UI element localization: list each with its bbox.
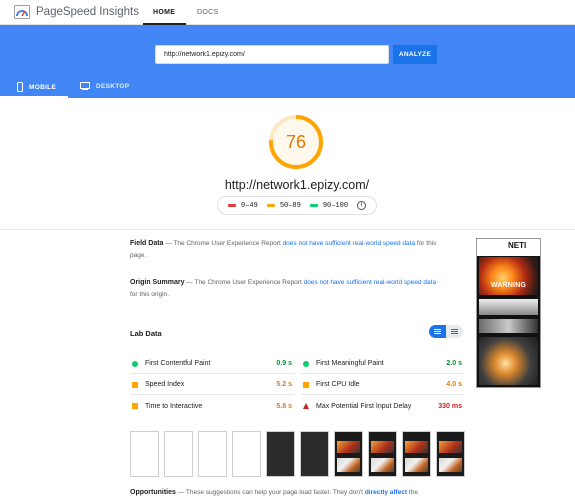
top-bar: PageSpeed Insights HOME DOCS — [0, 0, 575, 25]
performance-score: 76 — [285, 132, 307, 152]
list-expanded-icon[interactable] — [451, 329, 458, 330]
metric-value: 5.2 s — [276, 381, 292, 388]
metric-row: Speed Index 5.2 s — [130, 375, 294, 395]
legend-item-good: 90–100 — [309, 201, 349, 210]
thumbnail-warning-text: WARNING — [490, 282, 527, 289]
list-compact-icon — [434, 329, 441, 330]
filmstrip-frame — [130, 431, 159, 477]
mobile-icon — [17, 82, 23, 92]
legend-swatch-good — [309, 204, 318, 207]
info-icon[interactable]: i — [357, 201, 367, 210]
thumbnail-lower-image — [479, 337, 538, 385]
origin-summary-section: Origin Summary — The Chrome User Experie… — [130, 277, 440, 301]
opportunities-link[interactable]: directly affect — [365, 489, 407, 496]
search-header: ANALYZE MOBILE DESKTOP — [0, 25, 575, 98]
metric-value: 5.8 s — [276, 402, 292, 410]
filmstrip-frame — [198, 431, 227, 477]
metric-row: First Contentful Paint 0.9 s — [130, 354, 294, 374]
nav-tab-docs[interactable]: DOCS — [197, 9, 218, 16]
opportunities-title: Opportunities — [130, 489, 176, 496]
opportunities-pre: — These suggestions can help your page l… — [177, 489, 363, 496]
url-input[interactable] — [155, 45, 389, 64]
field-data-pre: — The Chrome User Experience Report — [165, 240, 281, 247]
metric-value: 0.9 s — [276, 360, 292, 367]
filmstrip-frame — [436, 431, 465, 477]
metric-row: Time to Interactive 5.8 s — [130, 396, 294, 416]
legend-label-good: 90–100 — [322, 201, 349, 210]
metric-name: First Contentful Paint — [145, 360, 211, 367]
origin-summary-link[interactable]: does not have sufficient real-world spee… — [304, 279, 437, 286]
nav-tab-home[interactable]: HOME — [153, 9, 175, 16]
filmstrip-frame — [300, 431, 329, 477]
metric-value: 330 ms — [438, 402, 462, 410]
metric-name: Time to Interactive — [145, 402, 203, 410]
metric-good-indicator — [132, 360, 138, 367]
desktop-icon — [80, 82, 90, 90]
filmstrip-frame — [334, 431, 363, 477]
metric-row: Max Potential First Input Delay 330 ms — [301, 396, 464, 416]
metric-row: First CPU Idle 4.0 s — [301, 375, 464, 395]
metric-value: 4.0 s — [446, 381, 462, 388]
field-data-section: Field Data — The Chrome User Experience … — [130, 238, 440, 262]
metric-good-indicator — [303, 360, 309, 367]
metric-average-indicator — [132, 403, 138, 409]
filmstrip-frame — [164, 431, 193, 477]
origin-summary-pre: — The Chrome User Experience Report — [186, 279, 302, 286]
legend-label-poor: 0–49 — [241, 201, 258, 210]
field-data-title: Field Data — [130, 240, 164, 247]
analyzed-url: http://network1.epizy.com/ — [224, 178, 370, 192]
metric-name: First CPU Idle — [316, 381, 360, 388]
tab-mobile[interactable]: MOBILE — [17, 82, 56, 92]
thumbnail-logo: NETI — [508, 241, 527, 250]
thumbnail-strip — [479, 319, 538, 333]
opportunities-section: Opportunities — These suggestions can he… — [130, 489, 418, 496]
tab-desktop[interactable]: DESKTOP — [80, 82, 129, 90]
thumbnail-banner — [479, 299, 538, 315]
analyze-button[interactable]: ANALYZE — [393, 45, 437, 64]
final-screenshot-thumbnail: NETI WARNING — [476, 238, 541, 388]
pagespeed-logo-icon — [14, 5, 30, 19]
legend-swatch-average — [266, 204, 275, 207]
filmstrip-frame — [368, 431, 397, 477]
score-legend: 0–49 50–89 90–100 i — [217, 196, 377, 215]
metrics-view-toggle[interactable] — [429, 325, 463, 338]
legend-swatch-poor — [228, 204, 236, 207]
metric-row: First Meaningful Paint 2.0 s — [301, 354, 464, 374]
legend-label-average: 50–89 — [279, 201, 301, 210]
thumbnail-header: NETI — [477, 239, 540, 256]
field-data-link[interactable]: does not have sufficient real-world spee… — [283, 240, 416, 247]
toggle-compact-view[interactable] — [429, 325, 446, 338]
legend-item-average: 50–89 — [266, 201, 301, 210]
legend-item-poor: 0–49 — [228, 202, 258, 210]
metric-average-indicator — [303, 381, 309, 388]
metric-name: First Meaningful Paint — [316, 360, 384, 367]
tab-desktop-label: DESKTOP — [96, 82, 130, 90]
opportunities-post: the — [408, 489, 418, 496]
filmstrip-frame — [232, 431, 261, 477]
filmstrip-frame — [266, 431, 295, 477]
origin-summary-title: Origin Summary — [130, 279, 185, 286]
thumbnail-hero-image: WARNING — [479, 257, 538, 295]
metric-name: Max Potential First Input Delay — [316, 402, 412, 410]
origin-summary-post: for this origin. — [130, 291, 170, 298]
metric-average-indicator — [132, 381, 138, 388]
device-tab-indicator — [0, 96, 68, 98]
metric-poor-indicator — [303, 403, 309, 409]
section-divider — [0, 229, 575, 230]
metric-value: 2.0 s — [446, 360, 462, 367]
lab-data-title: Lab Data — [130, 329, 162, 338]
tab-mobile-label: MOBILE — [29, 83, 57, 91]
filmstrip-frame — [402, 431, 431, 477]
metric-name: Speed Index — [145, 381, 185, 388]
app-title[interactable]: PageSpeed Insights — [36, 6, 139, 18]
